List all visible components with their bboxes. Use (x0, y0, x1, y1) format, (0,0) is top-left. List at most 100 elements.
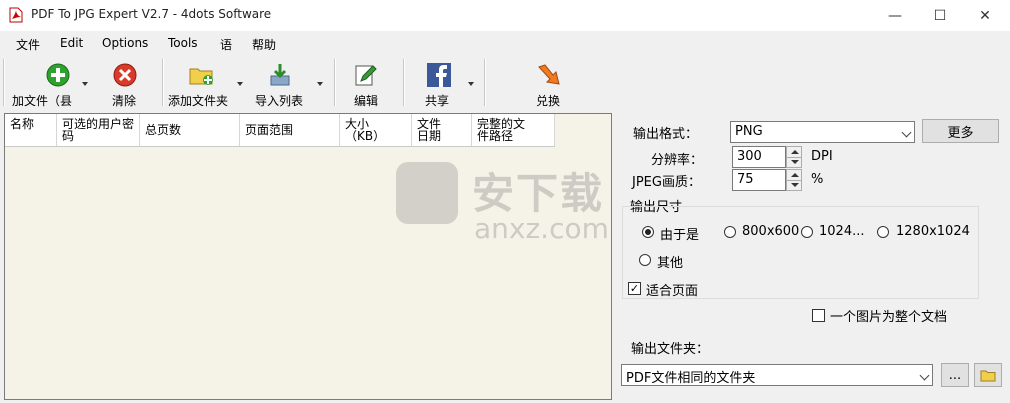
watermark: 安下载 anxz.com (396, 160, 626, 250)
resolution-value: 300 (737, 149, 762, 164)
spin-down-icon[interactable] (791, 183, 799, 187)
browse-button[interactable]: ... (941, 363, 969, 387)
size-radio-1024[interactable] (801, 226, 813, 238)
pdf-app-icon (9, 7, 23, 23)
menu-language[interactable]: 语 (220, 36, 232, 53)
browse-button-label: ... (948, 367, 962, 383)
size-radio-other[interactable] (639, 254, 651, 266)
fit-page-label[interactable]: 适合页面 (646, 280, 698, 299)
output-format-value: PNG (735, 124, 763, 139)
add-file-button[interactable]: 加文件（县 (8, 57, 90, 108)
toolbar-separator (484, 59, 486, 106)
jpeg-quality-unit: % (811, 172, 824, 187)
menu-bar: 文件 Edit Options Tools 语 帮助 (0, 31, 1010, 55)
maximize-icon: ☐ (933, 7, 947, 24)
spin-up-icon[interactable] (791, 150, 799, 154)
close-button[interactable]: ✕ (962, 0, 1008, 31)
spinner-divider (787, 157, 801, 158)
jpeg-quality-label: JPEG画质： (632, 175, 701, 190)
one-image-label[interactable]: 一个图片为整个文档 (830, 306, 947, 325)
resolution-spinner[interactable] (786, 146, 802, 168)
clear-red-icon (113, 63, 137, 87)
folder-icon (980, 370, 996, 382)
edit-label: 编辑 (354, 94, 379, 108)
import-list-icon (270, 64, 290, 86)
column-size[interactable]: 大小（KB） (340, 114, 412, 146)
import-list-label: 导入列表 (255, 94, 304, 108)
column-password[interactable]: 可选的用户密码 (57, 114, 140, 146)
import-list-dropdown-icon[interactable] (317, 82, 323, 86)
resolution-input[interactable]: 300 (732, 146, 786, 168)
add-folder-button[interactable]: 添加文件夹 (166, 57, 246, 108)
output-format-select[interactable]: PNG (730, 121, 915, 143)
output-folder-value: PDF文件相同的文件夹 (626, 371, 756, 386)
menu-options[interactable]: Options (102, 36, 148, 50)
convert-label: 兑换 (536, 94, 561, 108)
folder-add-icon (189, 68, 213, 85)
menu-edit[interactable]: Edit (60, 36, 83, 50)
spin-up-icon[interactable] (791, 173, 799, 177)
size-option-as-is[interactable]: 由于是 (660, 224, 699, 243)
size-radio-1280x1024[interactable] (877, 226, 889, 238)
toolbar-separator (334, 59, 336, 106)
spinner-divider (787, 180, 801, 181)
add-green-icon (46, 63, 70, 87)
jpeg-quality-input[interactable]: 75 (732, 169, 786, 191)
add-folder-label: 添加文件夹 (168, 94, 229, 108)
edit-button[interactable]: 编辑 (344, 57, 388, 108)
output-folder-select[interactable]: PDF文件相同的文件夹 (621, 364, 933, 386)
maximize-button[interactable]: ☐ (917, 0, 963, 31)
one-image-checkbox[interactable] (812, 309, 825, 322)
window-title: PDF To JPG Expert V2.7 - 4dots Software (31, 7, 272, 21)
column-file-date[interactable]: 文件日期 (412, 114, 472, 146)
size-option-other[interactable]: 其他 (657, 252, 683, 271)
share-button[interactable]: 共享 (412, 57, 480, 108)
fit-page-checkbox[interactable]: ✓ (628, 282, 641, 295)
share-label: 共享 (425, 94, 450, 108)
minimize-button[interactable]: — (872, 0, 918, 31)
file-list[interactable]: 名称 可选的用户密码 总页数 页面范围 大小（KB） 文件日期 完整的文件路径 (4, 113, 612, 400)
convert-arrow-icon (538, 64, 560, 85)
more-button-label: 更多 (947, 125, 974, 141)
size-option-1024[interactable]: 1024... (819, 224, 864, 239)
import-list-button[interactable]: 导入列表 (252, 57, 328, 108)
watermark-url: anxz.com (474, 212, 609, 245)
column-page-count[interactable]: 总页数 (140, 114, 240, 146)
column-full-path[interactable]: 完整的文件路径 (472, 114, 555, 146)
size-option-800x600[interactable]: 800x600 (742, 224, 799, 239)
column-name[interactable]: 名称 (5, 114, 57, 146)
convert-button[interactable]: 兑换 (526, 57, 570, 108)
menu-help[interactable]: 帮助 (252, 36, 276, 53)
resolution-unit: DPI (811, 149, 833, 164)
add-folder-dropdown-icon[interactable] (237, 82, 243, 86)
toolbar-separator (403, 59, 405, 106)
menu-file[interactable]: 文件 (16, 36, 40, 53)
toolbar-separator (3, 59, 5, 106)
menu-tools[interactable]: Tools (168, 36, 198, 50)
resolution-label: 分辨率： (651, 153, 704, 168)
edit-pencil-icon (355, 65, 377, 86)
facebook-icon (427, 63, 451, 87)
open-folder-button[interactable] (974, 363, 1002, 387)
toolbar-separator (162, 59, 164, 106)
add-file-label: 加文件（县 (12, 94, 73, 108)
column-page-range[interactable]: 页面范围 (240, 114, 340, 146)
watermark-logo-icon (396, 162, 458, 224)
spin-down-icon[interactable] (791, 160, 799, 164)
clear-button[interactable]: 清除 (104, 57, 148, 108)
output-format-label: 输出格式： (633, 127, 699, 142)
toolbar: 加文件（县 清除 添加文件夹 导入列表 编辑 共享 兑换 (0, 55, 1010, 110)
chevron-down-icon (901, 127, 912, 138)
size-option-1280x1024[interactable]: 1280x1024 (896, 224, 970, 239)
chevron-down-icon (919, 370, 930, 381)
clear-label: 清除 (112, 94, 137, 108)
jpeg-quality-value: 75 (737, 172, 754, 187)
jpeg-quality-spinner[interactable] (786, 169, 802, 191)
add-file-dropdown-icon[interactable] (82, 82, 88, 86)
share-dropdown-icon[interactable] (468, 82, 474, 86)
size-radio-800x600[interactable] (724, 226, 736, 238)
more-button[interactable]: 更多 (922, 119, 999, 143)
minimize-icon: — (888, 7, 902, 24)
file-list-header: 名称 可选的用户密码 总页数 页面范围 大小（KB） 文件日期 完整的文件路径 (5, 114, 555, 147)
size-radio-as-is[interactable] (642, 226, 654, 238)
